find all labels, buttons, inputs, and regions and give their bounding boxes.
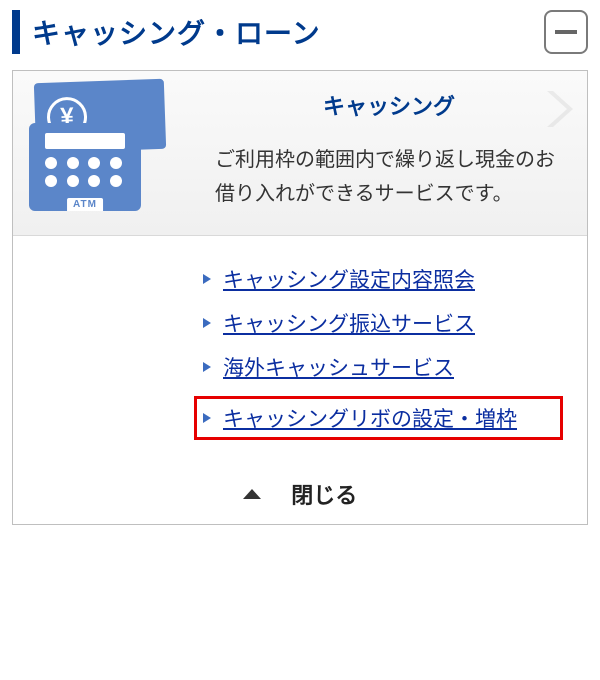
links-list: キャッシング設定内容照会キャッシング振込サービス海外キャッシュサービスキャッシン… (13, 236, 587, 472)
minus-icon (555, 30, 577, 34)
page-title: キャッシング・ローン (32, 12, 321, 52)
section-icon: ¥ ATM (37, 89, 187, 211)
close-label: 閉じる (291, 483, 357, 508)
triangle-bullet-icon (203, 274, 211, 284)
link[interactable]: 海外キャッシュサービス (223, 352, 454, 382)
section-header: ¥ ATM キャッシング ご利用枠の範 (13, 71, 587, 236)
link[interactable]: キャッシングリボの設定・増枠 (223, 403, 517, 433)
header: キャッシング・ローン (12, 10, 588, 54)
triangle-bullet-icon (203, 362, 211, 372)
panel: ¥ ATM キャッシング ご利用枠の範 (12, 70, 588, 525)
link-row[interactable]: 海外キャッシュサービス (203, 352, 557, 382)
section-description: ご利用枠の範囲内で繰り返し現金のお借り入れができるサービスです。 (215, 143, 563, 211)
atm-cash-icon: ¥ ATM (29, 81, 179, 211)
chevron-up-icon (243, 489, 261, 499)
chevron-right-icon (545, 89, 573, 134)
link-row[interactable]: キャッシングリボの設定・増枠 (194, 396, 563, 440)
link[interactable]: キャッシング設定内容照会 (223, 264, 475, 294)
triangle-bullet-icon (203, 413, 211, 423)
triangle-bullet-icon (203, 318, 211, 328)
link[interactable]: キャッシング振込サービス (223, 308, 475, 338)
title-block: キャッシング・ローン (12, 10, 321, 54)
collapse-button[interactable] (544, 10, 588, 54)
title-accent-bar (12, 10, 20, 54)
atm-label: ATM (67, 198, 103, 211)
link-row[interactable]: キャッシング設定内容照会 (203, 264, 557, 294)
atm-machine-icon: ATM (29, 123, 141, 211)
link-row[interactable]: キャッシング振込サービス (203, 308, 557, 338)
close-row[interactable]: 閉じる (13, 472, 587, 524)
section-title: キャッシング (215, 89, 563, 121)
